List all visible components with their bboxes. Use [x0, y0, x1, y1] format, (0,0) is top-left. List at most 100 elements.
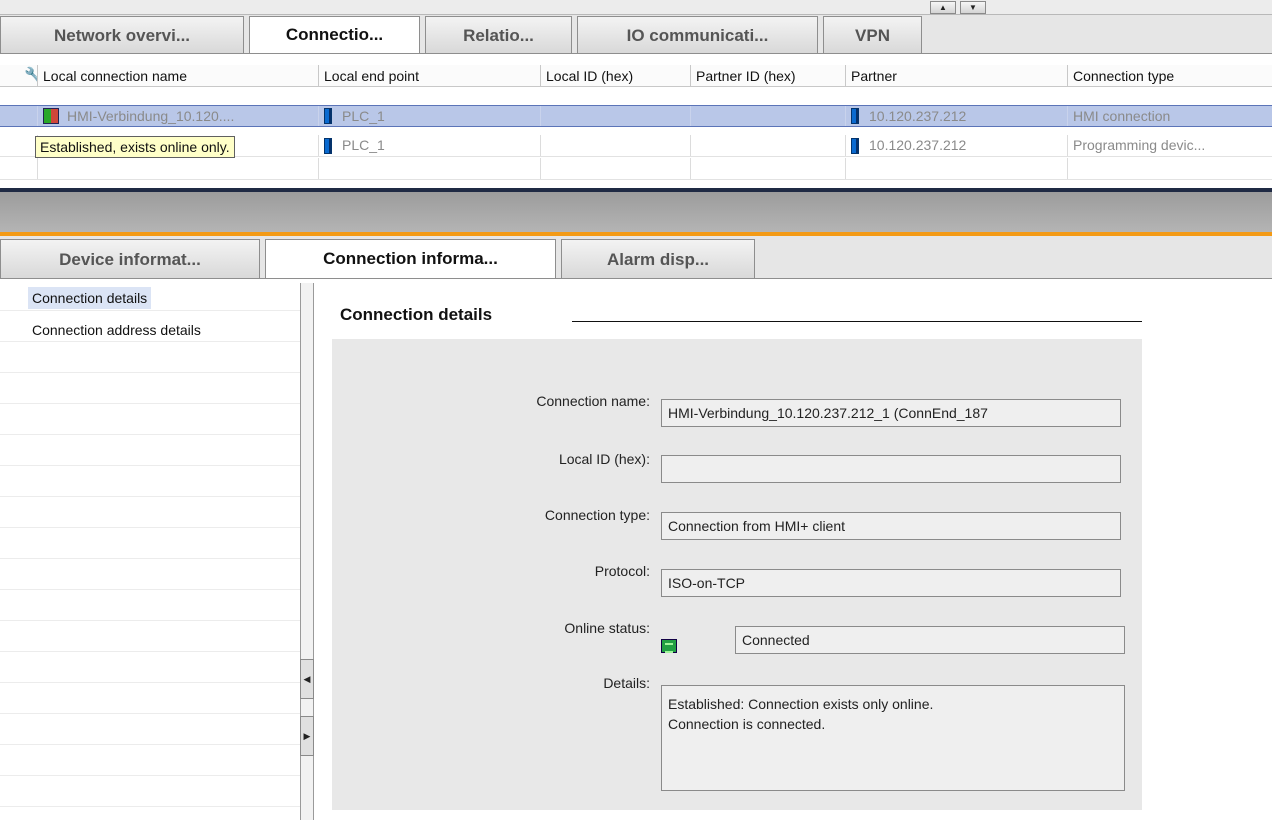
- table-row[interactable]: HMI-Verbindung_10.120.... PLC_1 10.120.2…: [0, 105, 1272, 127]
- protocol-field[interactable]: ISO-on-TCP: [661, 569, 1121, 597]
- inspector-nav: Connection details Connection address de…: [0, 279, 300, 820]
- row-marker: [0, 158, 38, 179]
- details-line-1: Established: Connection exists only onli…: [668, 696, 934, 712]
- protocol-label-box: Protocol:: [332, 563, 650, 585]
- section-title-rule: [572, 321, 1142, 322]
- protocol-label: Protocol:: [594, 563, 650, 579]
- nav-row-line: [0, 341, 300, 342]
- inspector-tabs: Device informat... Connection informa...…: [0, 239, 1272, 279]
- column-header-partner[interactable]: Partner: [846, 65, 1068, 86]
- online-status-field[interactable]: Connected: [735, 626, 1125, 654]
- cell-partner-id: [691, 135, 846, 156]
- local-id-field[interactable]: [661, 455, 1121, 483]
- tab-network-overview[interactable]: Network overvi...: [0, 16, 244, 54]
- column-header-connection-type[interactable]: Connection type: [1068, 65, 1272, 86]
- details-label: Details:: [603, 675, 650, 691]
- nav-row-line: [0, 651, 300, 652]
- nav-row-line: [0, 558, 300, 559]
- connections-table: 🔧 Local connection name Local end point …: [0, 54, 1272, 188]
- table-row-empty[interactable]: [0, 158, 1272, 180]
- cell-empty: [691, 158, 846, 179]
- local-id-label-box: Local ID (hex):: [332, 451, 650, 473]
- details-label-box: Details:: [332, 675, 650, 697]
- cell-local-id: [541, 106, 691, 126]
- connection-name-label: Connection name:: [536, 393, 650, 409]
- cell-local-id: [541, 135, 691, 156]
- wrench-icon: 🔧: [24, 66, 37, 86]
- tab-relations[interactable]: Relatio...: [425, 16, 572, 54]
- cell-empty: [38, 158, 319, 179]
- nav-row-line: [0, 713, 300, 714]
- nav-row-line: [0, 403, 300, 404]
- connection-name-text: HMI-Verbindung_10.120....: [67, 107, 235, 124]
- end-point-text: PLC_1: [342, 137, 385, 153]
- cell-connection-type: Programming devic...: [1073, 137, 1206, 153]
- tab-connection-information[interactable]: Connection informa...: [265, 239, 556, 279]
- scroll-down-button[interactable]: ▼: [960, 1, 986, 14]
- nav-row-line: [0, 465, 300, 466]
- cell-local-end-point: PLC_1: [319, 106, 541, 126]
- nav-row-line: [0, 620, 300, 621]
- cell-empty: [541, 158, 691, 179]
- plc-icon: [324, 108, 332, 124]
- collapse-left-button[interactable]: ◀: [300, 659, 314, 699]
- nav-item-connection-details[interactable]: Connection details: [28, 287, 152, 309]
- local-id-label: Local ID (hex):: [558, 451, 650, 467]
- column-header-local-connection-name[interactable]: Local connection name: [38, 65, 319, 86]
- connection-name-label-box: Connection name:: [332, 393, 650, 415]
- nav-row-line: [0, 682, 300, 683]
- tab-vpn[interactable]: VPN: [823, 16, 922, 54]
- column-header-partner-id[interactable]: Partner ID (hex): [691, 65, 846, 86]
- nav-row-line: [0, 589, 300, 590]
- cell-local-end-point: PLC_1: [319, 135, 541, 156]
- partner-text: 10.120.237.212: [869, 137, 967, 153]
- details-line-2: Connection is connected.: [668, 716, 826, 732]
- inspector-panel: Connection details Connection address de…: [0, 279, 1272, 820]
- tab-device-information[interactable]: Device informat...: [0, 239, 260, 279]
- cell-empty: [319, 158, 541, 179]
- nav-row-line: [0, 372, 300, 373]
- column-header-icon: 🔧: [0, 65, 38, 86]
- nav-item-connection-address-details[interactable]: Connection address details: [28, 319, 205, 341]
- pane-divider[interactable]: [0, 192, 1272, 232]
- status-tooltip: Established, exists online only.: [35, 136, 235, 158]
- connected-status-icon: [661, 639, 677, 653]
- tab-alarm-display[interactable]: Alarm disp...: [561, 239, 755, 279]
- table-header: 🔧 Local connection name Local end point …: [0, 65, 1272, 87]
- column-header-local-end-point[interactable]: Local end point: [319, 65, 541, 86]
- cell-empty: [1068, 158, 1272, 179]
- tab-io-communication[interactable]: IO communicati...: [577, 16, 818, 54]
- tab-connections[interactable]: Connectio...: [249, 16, 420, 54]
- scroll-up-button[interactable]: ▲: [930, 1, 956, 14]
- nav-row-line: [0, 434, 300, 435]
- connection-type-field[interactable]: Connection from HMI+ client: [661, 512, 1121, 540]
- cell-partner-id: [691, 106, 846, 126]
- cell-partner: 10.120.237.212: [846, 106, 1068, 126]
- partner-text: 10.120.237.212: [869, 107, 967, 124]
- online-status-label: Online status:: [564, 620, 650, 636]
- end-point-text: PLC_1: [342, 107, 385, 124]
- nav-row-line: [0, 744, 300, 745]
- nav-row-line: [0, 775, 300, 776]
- plc-icon: [324, 137, 332, 154]
- connection-type-label-box: Connection type:: [332, 507, 650, 529]
- top-strip: ▲ ▼: [0, 0, 1272, 15]
- online-status-label-box: Online status:: [332, 620, 650, 642]
- nav-row-line: [0, 496, 300, 497]
- nav-row-line: [0, 310, 300, 311]
- cell-local-connection-name: HMI-Verbindung_10.120....: [38, 106, 319, 126]
- expand-right-button[interactable]: ▶: [300, 716, 314, 756]
- cell-empty: [846, 158, 1068, 179]
- details-textarea[interactable]: Established: Connection exists only onli…: [661, 685, 1125, 791]
- network-view-tabs: Network overvi... Connectio... Relatio..…: [0, 16, 1272, 54]
- nav-row-line: [0, 527, 300, 528]
- cell-partner: 10.120.237.212: [846, 135, 1068, 156]
- row-marker: [0, 106, 38, 126]
- cell-connection-type: HMI connection: [1073, 107, 1171, 124]
- column-header-local-id[interactable]: Local ID (hex): [541, 65, 691, 86]
- connection-type-label: Connection type:: [544, 507, 650, 523]
- row-marker: [0, 135, 38, 156]
- connection-name-field[interactable]: HMI-Verbindung_10.120.237.212_1 (ConnEnd…: [661, 399, 1121, 427]
- hmi-connection-icon: [43, 108, 59, 124]
- connection-details-content: Connection details Connection name: HMI-…: [320, 279, 1272, 820]
